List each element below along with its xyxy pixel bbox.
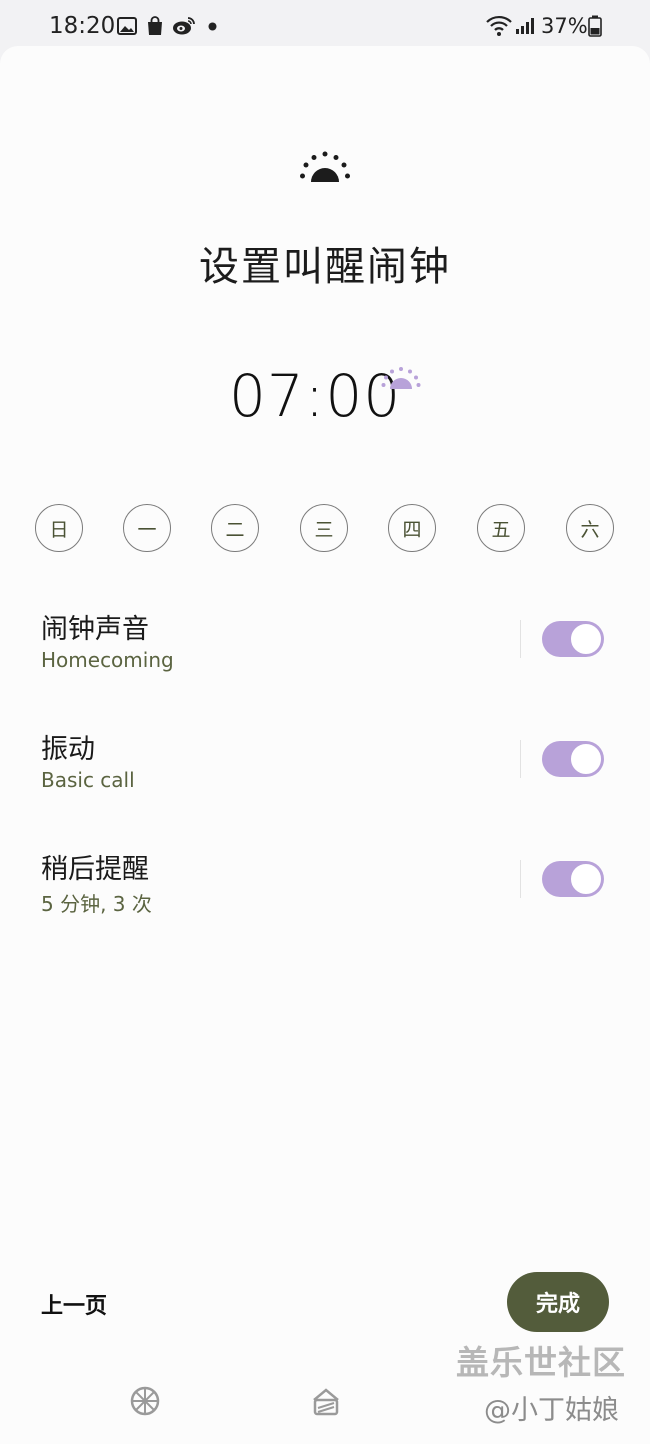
previous-page-button[interactable]: 上一页 <box>41 1288 107 1320</box>
day-wed[interactable]: 三 <box>300 504 348 552</box>
day-sun[interactable]: 日 <box>35 504 83 552</box>
weibo-icon <box>173 17 195 35</box>
alarm-time[interactable]: 07:00 <box>229 362 401 430</box>
watermark-author: @小丁姑娘 <box>484 1395 619 1426</box>
battery-icon <box>588 15 602 37</box>
vibration-toggle[interactable] <box>542 741 604 777</box>
toggle-knob <box>569 862 603 896</box>
notification-dot-icon <box>208 22 217 31</box>
snooze-label[interactable]: 稍后提醒 <box>41 847 149 886</box>
day-mon[interactable]: 一 <box>123 504 171 552</box>
snooze-toggle[interactable] <box>542 861 604 897</box>
divider <box>520 620 521 658</box>
shopping-bag-icon <box>148 16 162 35</box>
sunrise-small-icon <box>381 367 421 389</box>
watermark-community: 盖乐世社区 <box>456 1343 626 1382</box>
alarm-sound-label[interactable]: 闹钟声音 <box>41 607 149 646</box>
toggle-knob <box>569 742 603 776</box>
pinwheel-icon[interactable] <box>130 1386 160 1416</box>
battery-percent: 37% <box>541 14 588 38</box>
status-bar: 18:20 37% <box>0 0 650 46</box>
signal-icon <box>516 18 534 34</box>
day-fri[interactable]: 五 <box>477 504 525 552</box>
vibration-label[interactable]: 振动 <box>41 727 95 766</box>
snooze-value[interactable]: 5 分钟, 3 次 <box>41 888 152 917</box>
page-title: 设置叫醒闹钟 <box>199 244 451 290</box>
wifi-icon <box>486 15 512 36</box>
divider <box>520 740 521 778</box>
day-sat[interactable]: 六 <box>566 504 614 552</box>
day-thu[interactable]: 四 <box>388 504 436 552</box>
toggle-knob <box>569 622 603 656</box>
sunrise-icon <box>300 151 350 182</box>
divider <box>520 860 521 898</box>
day-tue[interactable]: 二 <box>211 504 259 552</box>
alarm-sound-toggle[interactable] <box>542 621 604 657</box>
alarm-sound-value[interactable]: Homecoming <box>41 648 174 672</box>
gallery-icon <box>117 17 137 35</box>
stack-icon[interactable] <box>312 1386 340 1416</box>
done-button[interactable]: 完成 <box>507 1272 609 1332</box>
status-time: 18:20 <box>49 13 116 39</box>
vibration-value[interactable]: Basic call <box>41 768 135 792</box>
